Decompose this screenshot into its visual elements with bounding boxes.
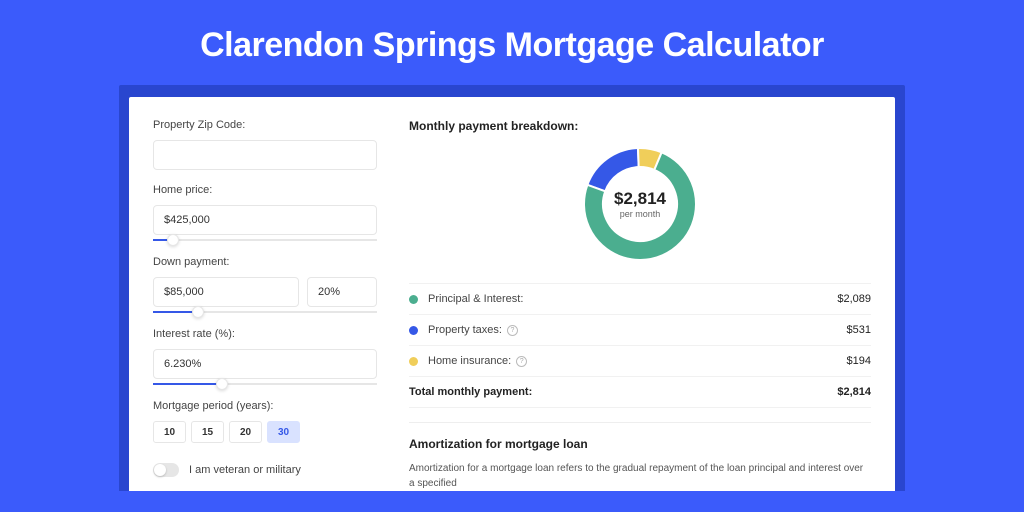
breakdown-title: Monthly payment breakdown:	[409, 119, 871, 133]
period-group: Mortgage period (years): 10152030	[153, 400, 377, 443]
price-group: Home price:	[153, 184, 377, 248]
legend-row-2: Home insurance:? $194	[409, 346, 871, 377]
down-group: Down payment:	[153, 256, 377, 320]
card-shadow-band: Property Zip Code: Home price: Down paym…	[119, 85, 905, 491]
down-amount-input[interactable]	[153, 277, 299, 307]
period-option-30[interactable]: 30	[267, 421, 300, 443]
legend-value: $194	[847, 355, 871, 367]
info-icon[interactable]: ?	[507, 325, 518, 336]
legend-label: Property taxes:	[428, 324, 502, 336]
veteran-row: I am veteran or military	[153, 463, 377, 477]
period-label: Mortgage period (years):	[153, 400, 377, 412]
price-slider-thumb[interactable]	[167, 234, 179, 246]
total-label: Total monthly payment:	[409, 386, 532, 398]
donut-sub: per month	[620, 209, 661, 219]
period-options: 10152030	[153, 421, 377, 443]
calculator-card: Property Zip Code: Home price: Down paym…	[129, 97, 895, 491]
donut-chart: $2,814 per month	[579, 143, 701, 265]
legend-label: Principal & Interest:	[428, 293, 523, 305]
rate-group: Interest rate (%):	[153, 328, 377, 392]
legend-total-row: Total monthly payment: $2,814	[409, 377, 871, 408]
legend-row-0: Principal & Interest: $2,089	[409, 284, 871, 315]
legend-value: $2,089	[837, 293, 871, 305]
rate-label: Interest rate (%):	[153, 328, 377, 340]
legend-dot-icon	[409, 326, 418, 335]
veteran-toggle[interactable]	[153, 463, 179, 477]
legend-value: $531	[847, 324, 871, 336]
legend-label: Home insurance:	[428, 355, 511, 367]
breakdown-column: Monthly payment breakdown: $2,814 per mo…	[397, 119, 871, 491]
zip-input[interactable]	[153, 140, 377, 170]
zip-group: Property Zip Code:	[153, 119, 377, 170]
legend-row-1: Property taxes:? $531	[409, 315, 871, 346]
price-input[interactable]	[153, 205, 377, 235]
period-option-10[interactable]: 10	[153, 421, 186, 443]
period-option-15[interactable]: 15	[191, 421, 224, 443]
price-slider[interactable]	[153, 234, 377, 248]
amortization-title: Amortization for mortgage loan	[409, 437, 871, 451]
down-slider-thumb[interactable]	[192, 306, 204, 318]
price-label: Home price:	[153, 184, 377, 196]
amortization-section: Amortization for mortgage loan Amortizat…	[409, 422, 871, 491]
rate-slider[interactable]	[153, 378, 377, 392]
amortization-text: Amortization for a mortgage loan refers …	[409, 461, 871, 491]
veteran-label: I am veteran or military	[189, 464, 301, 476]
donut-amount: $2,814	[614, 189, 666, 209]
page-title: Clarendon Springs Mortgage Calculator	[0, 0, 1024, 85]
legend-dot-icon	[409, 357, 418, 366]
legend: Principal & Interest: $2,089 Property taxe…	[409, 283, 871, 408]
legend-dot-icon	[409, 295, 418, 304]
down-slider[interactable]	[153, 306, 377, 320]
down-label: Down payment:	[153, 256, 377, 268]
inputs-column: Property Zip Code: Home price: Down paym…	[153, 119, 397, 491]
toggle-knob	[154, 464, 166, 476]
total-value: $2,814	[837, 386, 871, 398]
rate-slider-thumb[interactable]	[216, 378, 228, 390]
period-option-20[interactable]: 20	[229, 421, 262, 443]
rate-input[interactable]	[153, 349, 377, 379]
info-icon[interactable]: ?	[516, 356, 527, 367]
zip-label: Property Zip Code:	[153, 119, 377, 131]
down-percent-input[interactable]	[307, 277, 377, 307]
